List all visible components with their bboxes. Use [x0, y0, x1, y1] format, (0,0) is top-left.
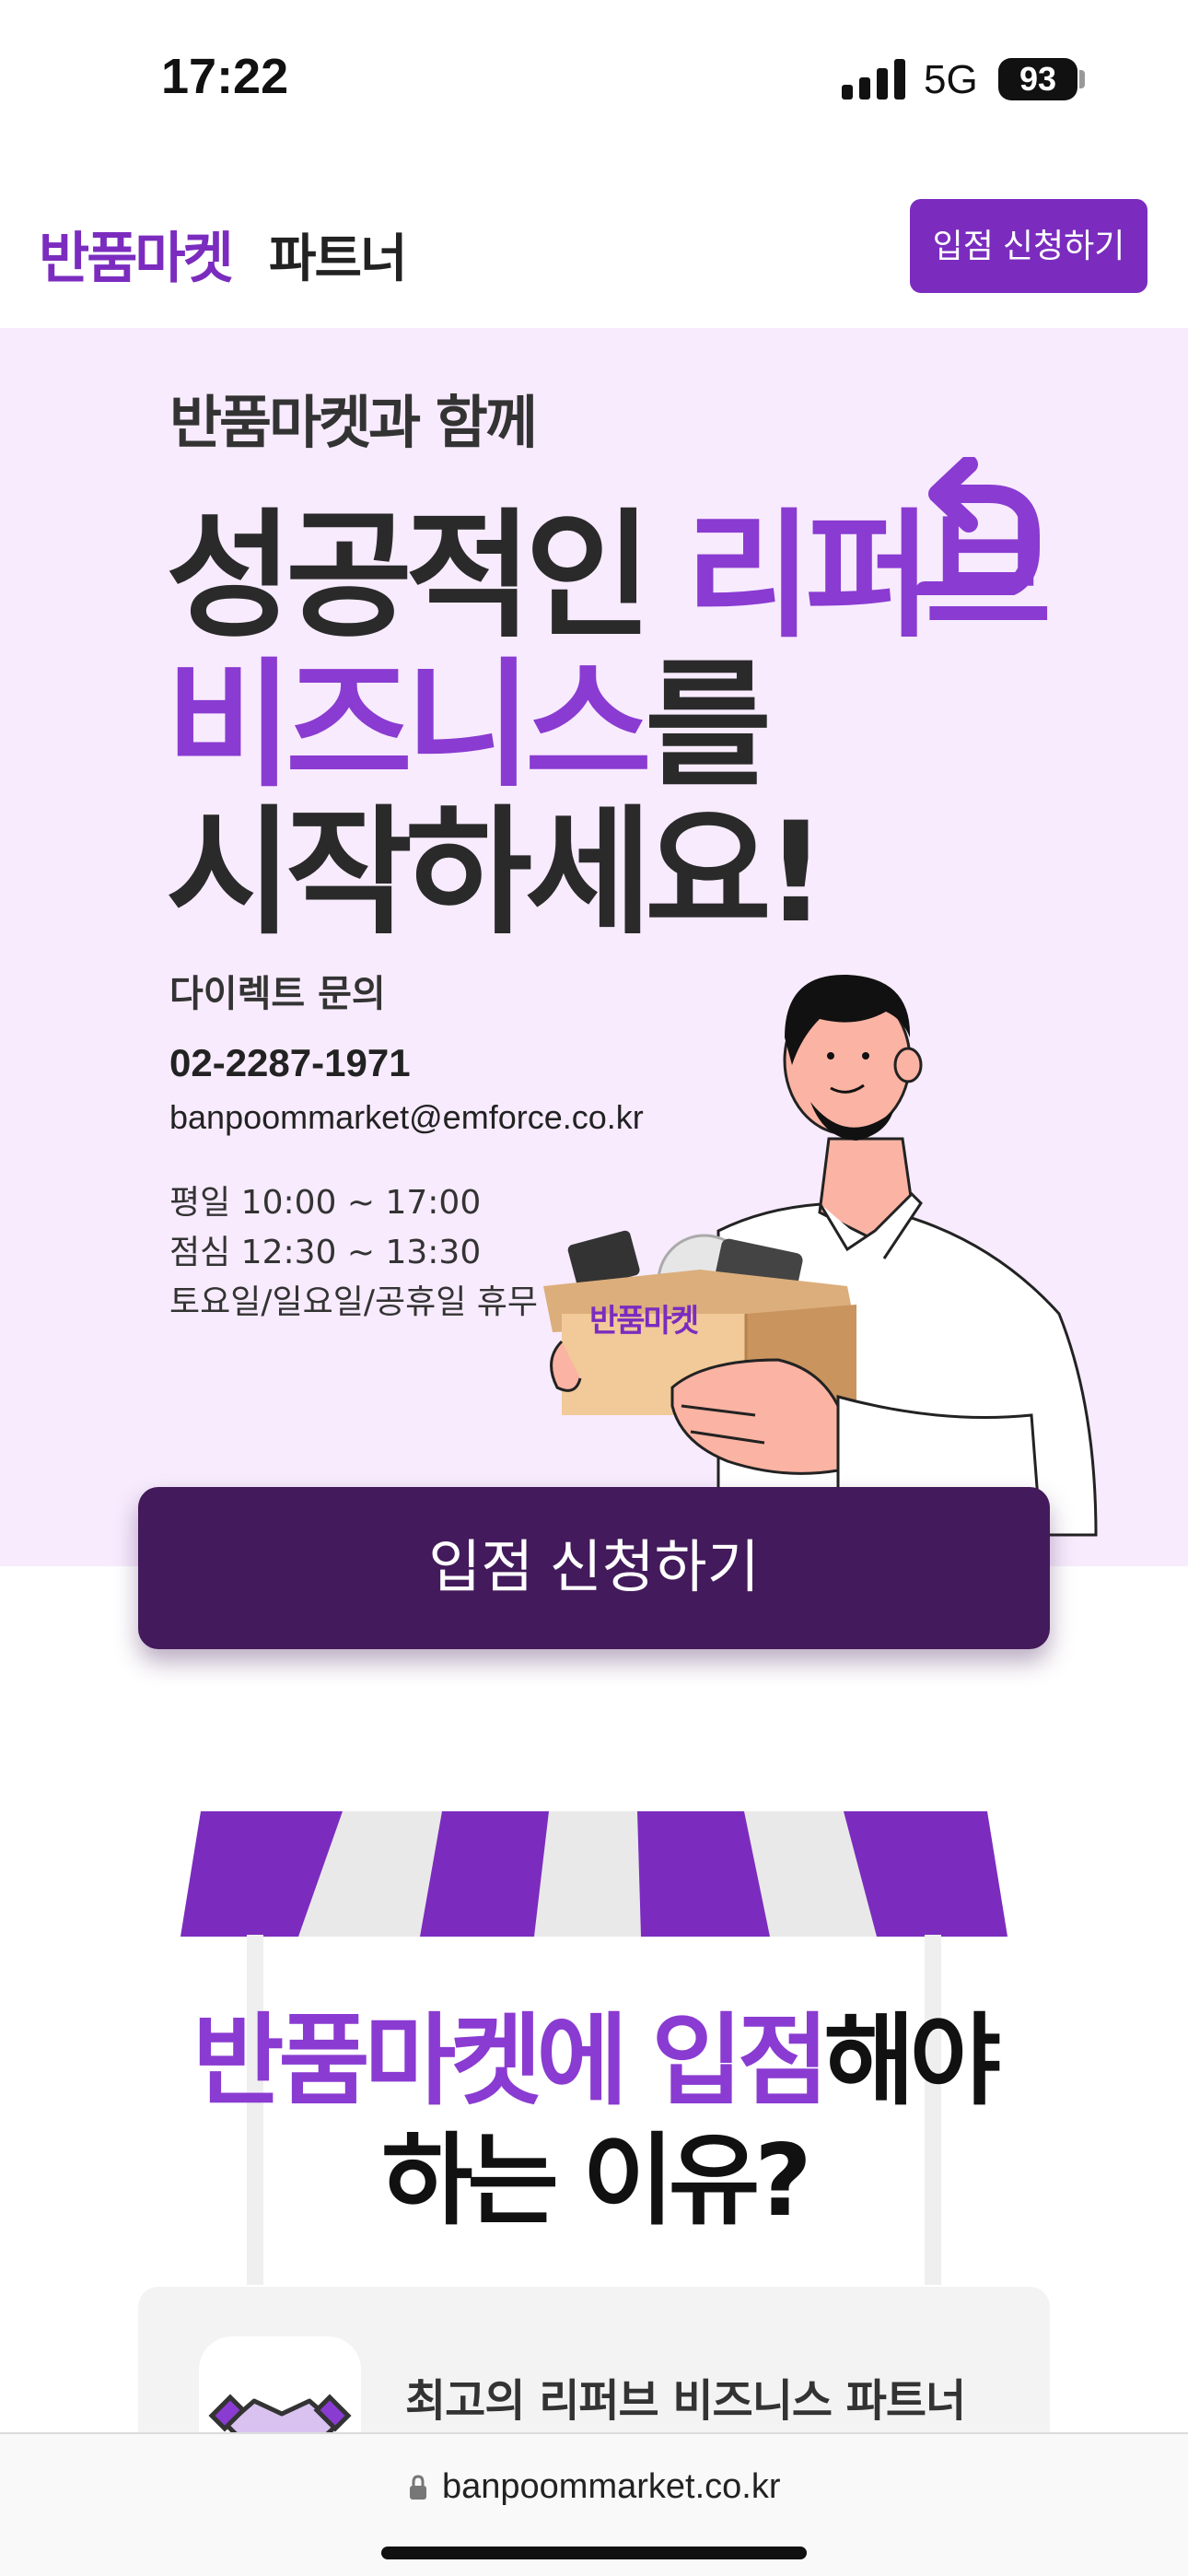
hours-closed: 토요일/일요일/공휴일 휴무 [169, 1283, 539, 1321]
browser-address-bar[interactable]: banpoommarket.co.kr [0, 2432, 1188, 2576]
refresh-arrow-icon [915, 457, 1040, 595]
battery-icon: 93 [998, 58, 1077, 100]
contact-title: 다이렉트 문의 [169, 973, 386, 1015]
hero-section: 반품마켓과 함께 성공적인 리퍼브 비즈니스를 시작하세요! 다이렉트 문의 0… [0, 328, 1188, 1566]
site-header: 반품마켓 파트너 입점 신청하기 [0, 157, 1188, 328]
network-type: 5G [924, 57, 978, 102]
battery-tip [1079, 70, 1085, 88]
hero-eyebrow: 반품마켓과 함께 [169, 389, 538, 456]
home-indicator[interactable] [381, 2547, 807, 2559]
hours-weekday: 평일 10:00 ~ 17:00 [169, 1184, 482, 1222]
status-time: 17:22 [161, 49, 289, 104]
hours-lunch: 점심 12:30 ~ 13:30 [169, 1234, 482, 1271]
cellular-signal-icon [842, 59, 906, 100]
url-text[interactable]: banpoommarket.co.kr [442, 2467, 781, 2507]
box-label: 반품마켓 [589, 1303, 699, 1340]
status-bar: 17:22 5G 93 [0, 0, 1188, 157]
header-apply-button[interactable]: 입점 신청하기 [910, 199, 1147, 293]
store-awning-graphic [181, 1811, 1007, 1937]
reasons-title-line2: 하는 이유? [381, 2124, 812, 2239]
lock-icon [410, 2475, 426, 2500]
brand-logo[interactable]: 반품마켓 [39, 214, 234, 294]
reason-card-title: 최고의 리퍼브 비즈니스 파트너 [405, 2375, 966, 2427]
partner-illustration [543, 974, 1098, 1537]
brand-logo-sub: 파트너 [269, 229, 408, 289]
apply-cta-button[interactable]: 입점 신청하기 [138, 1487, 1050, 1649]
contact-phone[interactable]: 02-2287-1971 [169, 1041, 411, 1085]
